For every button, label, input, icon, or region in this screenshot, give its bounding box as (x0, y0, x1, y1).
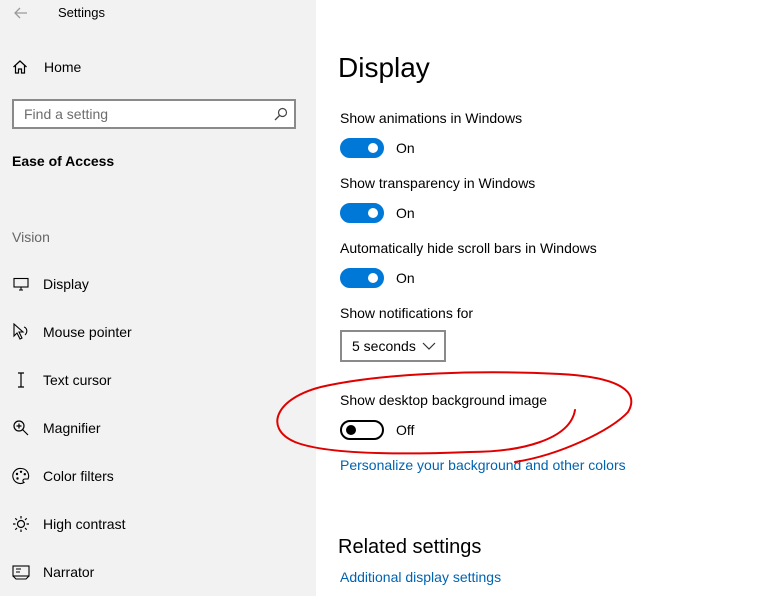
sidebar-item-label: High contrast (43, 516, 126, 532)
sidebar-item-mouse-pointer[interactable]: Mouse pointer (12, 321, 132, 343)
title-bar: Settings (0, 0, 316, 30)
sidebar-item-high-contrast[interactable]: High contrast (12, 513, 125, 535)
monitor-icon (12, 275, 30, 293)
narrator-icon (12, 563, 30, 581)
home-label: Home (44, 59, 82, 75)
sidebar-item-label: Mouse pointer (43, 324, 132, 340)
additional-display-settings-link[interactable]: Additional display settings (340, 569, 501, 585)
back-arrow-icon (14, 7, 27, 19)
transparency-state: On (396, 205, 415, 221)
related-settings-heading: Related settings (338, 536, 482, 558)
background-image-state: Off (396, 422, 415, 438)
toggle-knob (368, 208, 378, 218)
page-title: Display (338, 52, 430, 83)
notifications-value: 5 seconds (352, 338, 416, 354)
mouse-pointer-icon (12, 323, 30, 341)
transparency-toggle-row: On (340, 203, 415, 223)
color-filters-icon (12, 467, 30, 485)
animations-label: Show animations in Windows (340, 110, 523, 126)
section-title: Ease of Access (12, 153, 115, 169)
search-icon[interactable] (274, 107, 288, 121)
sidebar: Settings Home Ease of Access Vision Disp… (0, 0, 316, 596)
scrollbars-state: On (396, 270, 415, 286)
transparency-toggle[interactable] (340, 203, 384, 223)
sidebar-item-display[interactable]: Display (12, 273, 89, 295)
text-cursor-icon (12, 371, 30, 389)
search-input[interactable] (14, 101, 264, 127)
background-toggle-row: Off (340, 420, 414, 440)
background-image-label: Show desktop background image (340, 392, 548, 408)
animations-toggle-row: On (340, 138, 415, 158)
toggle-knob (346, 425, 356, 435)
sidebar-item-label: Narrator (43, 564, 95, 580)
sidebar-item-text-cursor[interactable]: Text cursor (12, 369, 111, 391)
magnifier-icon (12, 419, 30, 437)
background-image-toggle[interactable] (340, 420, 384, 440)
sidebar-item-label: Text cursor (43, 372, 112, 388)
toggle-knob (368, 143, 378, 153)
personalize-link[interactable]: Personalize your background and other co… (340, 457, 626, 473)
notifications-dropdown[interactable]: 5 seconds (340, 330, 446, 362)
scrollbars-label: Automatically hide scroll bars in Window… (340, 240, 597, 256)
toggle-knob (368, 273, 378, 283)
transparency-label: Show transparency in Windows (340, 175, 536, 191)
sidebar-item-magnifier[interactable]: Magnifier (12, 417, 101, 439)
sidebar-item-label: Color filters (43, 468, 114, 484)
home-icon (12, 59, 28, 75)
scrollbars-toggle[interactable] (340, 268, 384, 288)
sidebar-item-label: Display (43, 276, 89, 292)
chevron-down-icon (422, 342, 436, 350)
high-contrast-icon (12, 515, 30, 533)
scrollbars-toggle-row: On (340, 268, 415, 288)
sidebar-item-label: Magnifier (43, 420, 101, 436)
notifications-label: Show notifications for (340, 305, 474, 321)
animations-state: On (396, 140, 415, 156)
app-title: Settings (58, 5, 105, 20)
search-box[interactable] (12, 99, 296, 129)
group-label-vision: Vision (12, 229, 50, 245)
main-content: Display Show animations in Windows On Sh… (316, 0, 766, 596)
back-button[interactable] (10, 2, 32, 24)
sidebar-item-color-filters[interactable]: Color filters (12, 465, 114, 487)
home-nav-item[interactable]: Home (12, 59, 81, 75)
sidebar-item-narrator[interactable]: Narrator (12, 561, 94, 583)
animations-toggle[interactable] (340, 138, 384, 158)
